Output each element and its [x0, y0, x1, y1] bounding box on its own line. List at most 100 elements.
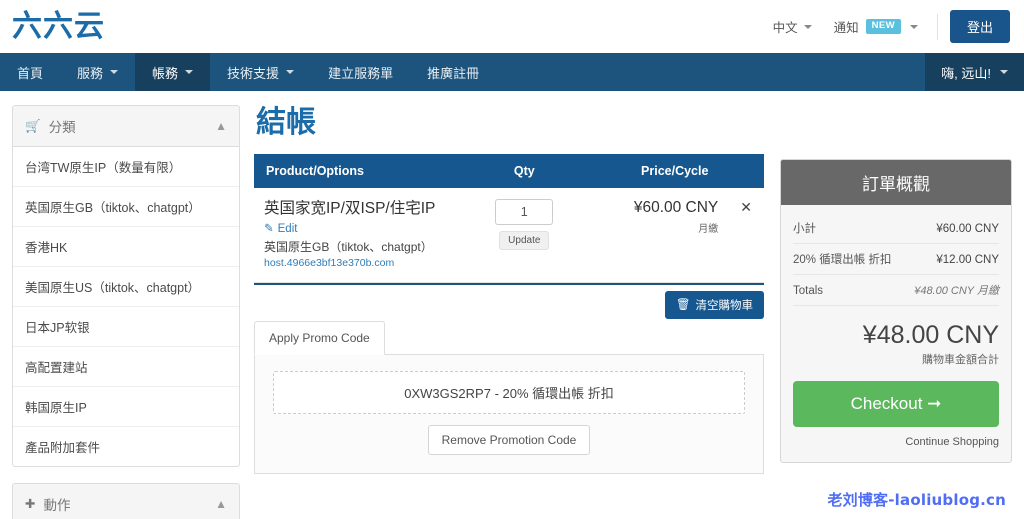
- clear-cart-button[interactable]: 🗑 清空購物車: [664, 291, 764, 320]
- cell-qty: Update: [463, 188, 586, 284]
- chevron-down-icon: [110, 70, 119, 74]
- notifications-label: 通知: [833, 21, 859, 35]
- cart-column: 結帳 Product/Options Qty Price/Cycle 英国家宽I…: [254, 105, 764, 519]
- actions-panel-header[interactable]: ✚ 動作 ▲: [13, 484, 239, 519]
- continue-shopping-link[interactable]: Continue Shopping: [793, 436, 999, 448]
- language-selector[interactable]: 中文: [762, 17, 823, 36]
- remove-promo-button[interactable]: Remove Promotion Code: [427, 425, 591, 456]
- update-quantity-button[interactable]: Update: [499, 231, 550, 250]
- sidebar-item-gb[interactable]: 英国原生GB（tiktok、chatgpt）: [13, 187, 239, 227]
- categories-panel-title: 分類: [48, 120, 76, 135]
- column-header-qty: Qty: [463, 154, 586, 188]
- summary-row-label: Totals: [793, 285, 824, 297]
- column-header-price: Price/Cycle: [585, 154, 764, 188]
- promo-panel: 0XW3GS2RP7 - 20% 循環出帳 折扣 Remove Promotio…: [254, 355, 764, 475]
- header-utility-bar: 中文 通知 NEW 登出: [762, 10, 1010, 43]
- column-header-product: Product/Options: [254, 154, 464, 188]
- sidebar-item-kr[interactable]: 韩国原生IP: [13, 387, 239, 427]
- chevron-down-icon: [185, 70, 194, 74]
- edit-product-link[interactable]: ✎ Edit: [264, 223, 453, 235]
- chevron-up-icon[interactable]: ▲: [215, 120, 227, 132]
- sidebar-item-highspec[interactable]: 高配置建站: [13, 347, 239, 387]
- site-logo[interactable]: 六六云: [12, 11, 105, 42]
- chevron-up-icon[interactable]: ▲: [215, 498, 227, 510]
- product-hostname[interactable]: host.4966e3bf13e370b.com: [264, 257, 453, 269]
- quantity-input[interactable]: [495, 199, 554, 225]
- nav-label: 技術支援: [227, 65, 280, 81]
- status-badge: NEW: [865, 19, 901, 34]
- checkout-button[interactable]: Checkout ➞: [793, 381, 999, 428]
- sidebar-panel-categories: 🛒 分類 ▲ 台湾TW原生IP（数量有限） 英国原生GB（tiktok、chat…: [12, 105, 240, 467]
- product-name: 英国家宽IP/双ISP/住宅IP: [264, 200, 436, 217]
- nav-item-support[interactable]: 技術支援: [210, 53, 311, 91]
- summary-column: 訂單概觀 小計 ¥60.00 CNY 20% 循環出帳 折扣 ¥12.00 CN…: [780, 105, 1012, 519]
- nav-item-affiliate[interactable]: 推廣註冊: [410, 53, 496, 91]
- sidebar-item-hk[interactable]: 香港HK: [13, 227, 239, 267]
- sidebar: 🛒 分類 ▲ 台湾TW原生IP（数量有限） 英国原生GB（tiktok、chat…: [12, 105, 240, 519]
- sidebar-item-addons[interactable]: 產品附加套件: [13, 427, 239, 466]
- summary-row-label: 小計: [793, 223, 816, 235]
- grand-total-amount: ¥48.00 CNY: [862, 321, 999, 349]
- nav-label: 建立服務單: [328, 65, 394, 81]
- sidebar-item-jp[interactable]: 日本JP软银: [13, 307, 239, 347]
- plus-icon: ✚: [25, 496, 36, 511]
- summary-row-value: ¥12.00 CNY: [936, 254, 999, 266]
- summary-row-label: 20% 循環出帳 折扣: [793, 254, 892, 266]
- price-value: ¥60.00 CNY: [633, 199, 719, 216]
- top-header: 六六云 中文 通知 NEW 登出: [0, 0, 1024, 53]
- nav-item-home[interactable]: 首頁: [0, 53, 60, 91]
- order-summary: 訂單概觀 小計 ¥60.00 CNY 20% 循環出帳 折扣 ¥12.00 CN…: [780, 159, 1012, 464]
- product-option: 英国原生GB（tiktok、chatgpt）: [264, 240, 433, 255]
- nav-label: 服務: [77, 65, 104, 81]
- nav-item-billing[interactable]: 帳務: [135, 53, 211, 91]
- promo-tabs: Apply Promo Code: [254, 321, 764, 356]
- clear-cart-row: 🗑 清空購物車: [254, 285, 764, 320]
- nav-label: 帳務: [152, 65, 179, 81]
- sidebar-item-us[interactable]: 美国原生US（tiktok、chatgpt）: [13, 267, 239, 307]
- actions-panel-title: 動作: [43, 498, 71, 513]
- cell-remove: ✕: [728, 188, 764, 284]
- notifications-menu[interactable]: 通知 NEW: [823, 17, 929, 36]
- summary-body: 小計 ¥60.00 CNY 20% 循環出帳 折扣 ¥12.00 CNY Tot…: [781, 205, 1011, 462]
- remove-item-icon[interactable]: ✕: [740, 199, 752, 215]
- cart-table-container: Product/Options Qty Price/Cycle 英国家宽IP/双…: [254, 154, 764, 286]
- main-content: 結帳 Product/Options Qty Price/Cycle 英国家宽I…: [254, 105, 1012, 519]
- summary-row-totals: Totals ¥48.00 CNY 月繳: [793, 275, 999, 306]
- applied-promo-code: 0XW3GS2RP7 - 20% 循環出帳 折扣: [273, 371, 745, 415]
- summary-row-value: ¥60.00 CNY: [936, 223, 999, 235]
- cell-price: ¥60.00 CNY 月繳: [585, 188, 729, 284]
- page-body: 🛒 分類 ▲ 台湾TW原生IP（数量有限） 英国原生GB（tiktok、chat…: [0, 91, 1024, 519]
- summary-row-subtotal: 小計 ¥60.00 CNY: [793, 213, 999, 244]
- grand-total-label: 購物車金額合計: [922, 354, 999, 367]
- language-label: 中文: [772, 21, 798, 35]
- table-row: 英国家宽IP/双ISP/住宅IP ✎ Edit 英国原生GB（tiktok、ch…: [254, 188, 764, 284]
- arrow-right-icon: ➞: [927, 394, 942, 414]
- page-title: 結帳: [256, 105, 316, 140]
- pencil-icon: ✎: [264, 222, 274, 235]
- divider: [936, 13, 938, 40]
- edit-label: Edit: [277, 223, 298, 236]
- logout-button[interactable]: 登出: [949, 10, 1010, 43]
- trash-icon: 🗑: [675, 298, 691, 311]
- billing-cycle: 月繳: [698, 224, 719, 235]
- summary-row-value: ¥48.00 CNY 月繳: [914, 285, 999, 297]
- user-menu-label: 嗨, 远山!: [941, 65, 991, 81]
- user-menu[interactable]: 嗨, 远山!: [925, 53, 1024, 91]
- tab-apply-promo-code[interactable]: Apply Promo Code: [254, 321, 385, 356]
- clear-cart-label: 清空購物車: [695, 300, 754, 313]
- cart-table: Product/Options Qty Price/Cycle 英国家宽IP/双…: [254, 154, 764, 284]
- checkout-page: 六六云 中文 通知 NEW 登出 首頁 服務 帳務 技術支援 建立服務單 推廣註…: [0, 0, 1024, 519]
- nav-item-services[interactable]: 服務: [60, 53, 135, 91]
- nav-item-open-ticket[interactable]: 建立服務單: [311, 53, 410, 91]
- sidebar-item-tw[interactable]: 台湾TW原生IP（数量有限）: [13, 147, 239, 187]
- summary-title: 訂單概觀: [781, 160, 1011, 205]
- cell-product: 英国家宽IP/双ISP/住宅IP ✎ Edit 英国原生GB（tiktok、ch…: [254, 188, 464, 284]
- table-header-row: Product/Options Qty Price/Cycle: [254, 154, 764, 188]
- watermark: 老刘博客-laoliublog.cn: [827, 491, 1006, 509]
- summary-row-discount: 20% 循環出帳 折扣 ¥12.00 CNY: [793, 244, 999, 275]
- promo-section: Apply Promo Code 0XW3GS2RP7 - 20% 循環出帳 折…: [254, 321, 764, 475]
- sidebar-panel-actions: ✚ 動作 ▲ 查看購物車 🛒: [12, 483, 240, 519]
- nav-label: 推廣註冊: [427, 65, 480, 81]
- chevron-down-icon: [1000, 70, 1008, 74]
- categories-panel-header[interactable]: 🛒 分類 ▲: [13, 106, 239, 147]
